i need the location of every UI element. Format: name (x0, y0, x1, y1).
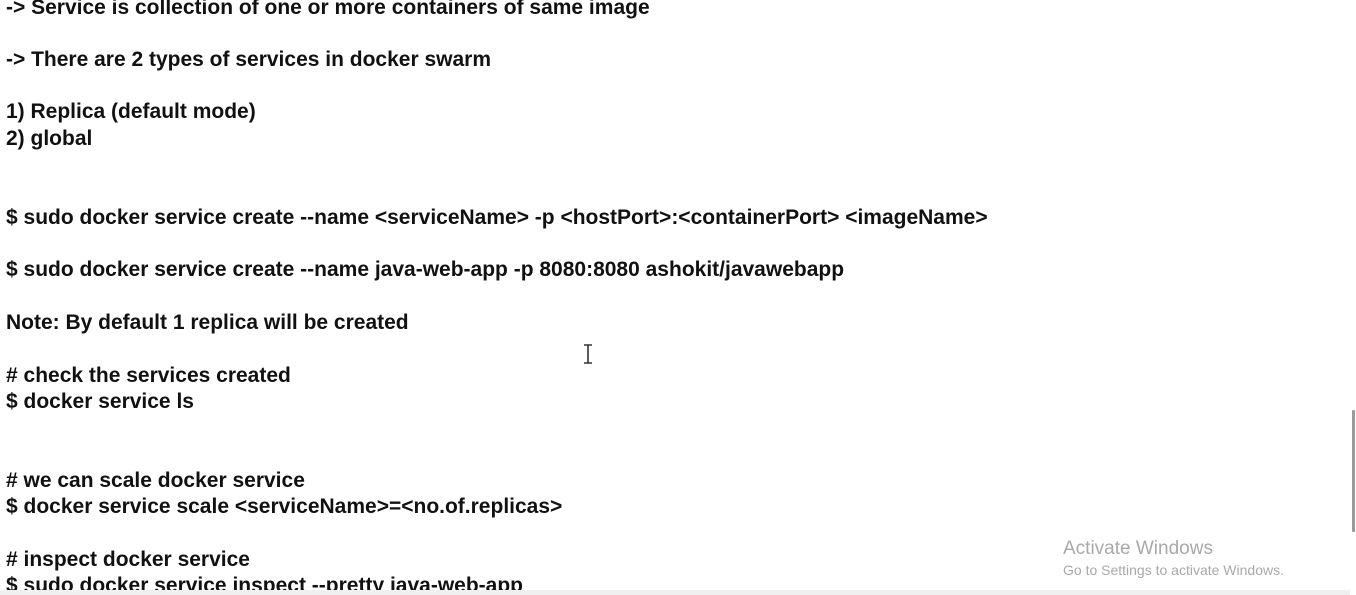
doc-line: $ sudo docker service create --name <ser… (6, 206, 988, 229)
doc-line: -> There are 2 types of services in dock… (6, 48, 491, 71)
bottom-edge (0, 590, 1356, 595)
scrollbar-thumb[interactable] (1352, 410, 1355, 532)
doc-line: Note: By default 1 replica will be creat… (6, 311, 409, 334)
vertical-scrollbar[interactable] (1350, 0, 1356, 595)
document-viewport[interactable]: -> Service is collection of one or more … (0, 0, 1356, 595)
watermark-subtitle: Go to Settings to activate Windows. (1063, 562, 1284, 578)
doc-line: $ docker service ls (6, 390, 194, 413)
activate-windows-watermark: Activate Windows Go to Settings to activ… (1063, 537, 1284, 579)
doc-line: # check the services created (6, 364, 291, 387)
doc-line: $ sudo docker service create --name java… (6, 258, 845, 281)
doc-line: # inspect docker service (6, 548, 250, 571)
doc-line: $ docker service scale <serviceName>=<no… (6, 495, 563, 518)
doc-line: # we can scale docker service (6, 469, 305, 492)
watermark-title: Activate Windows (1063, 538, 1213, 559)
doc-line: 2) global (6, 127, 93, 150)
doc-line: -> Service is collection of one or more … (6, 0, 650, 19)
text-cursor-icon (581, 344, 595, 364)
doc-line: 1) Replica (default mode) (6, 100, 256, 123)
